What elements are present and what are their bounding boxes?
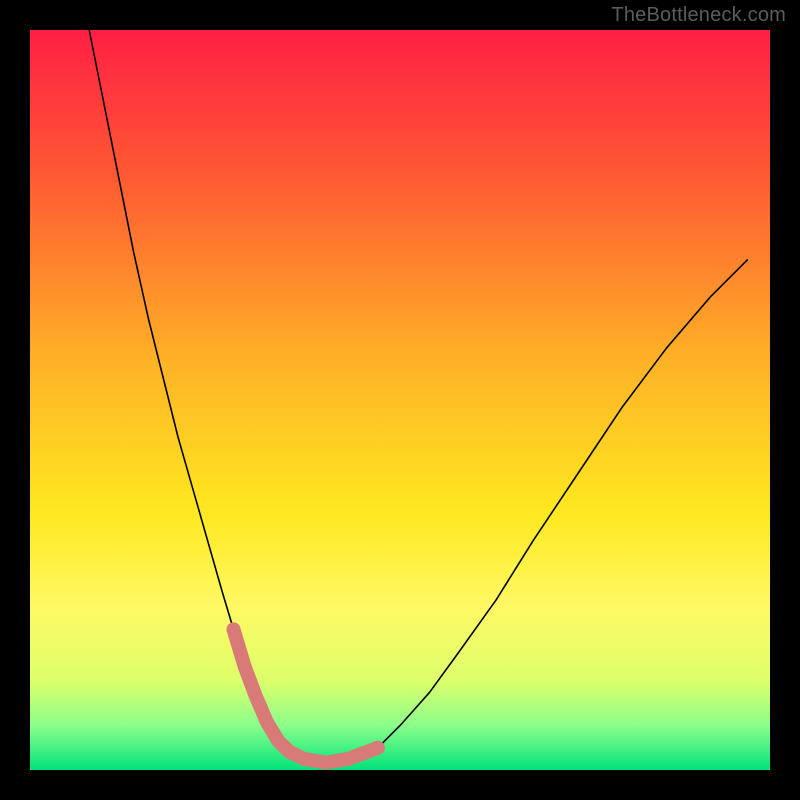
plot-svg [30, 30, 770, 770]
optimal-range-dot [227, 622, 241, 636]
gradient-background [30, 30, 770, 770]
chart-frame: TheBottleneck.com [0, 0, 800, 800]
optimal-range-dot [371, 741, 385, 755]
watermark-text: TheBottleneck.com [611, 4, 786, 27]
plot-area [30, 30, 770, 770]
